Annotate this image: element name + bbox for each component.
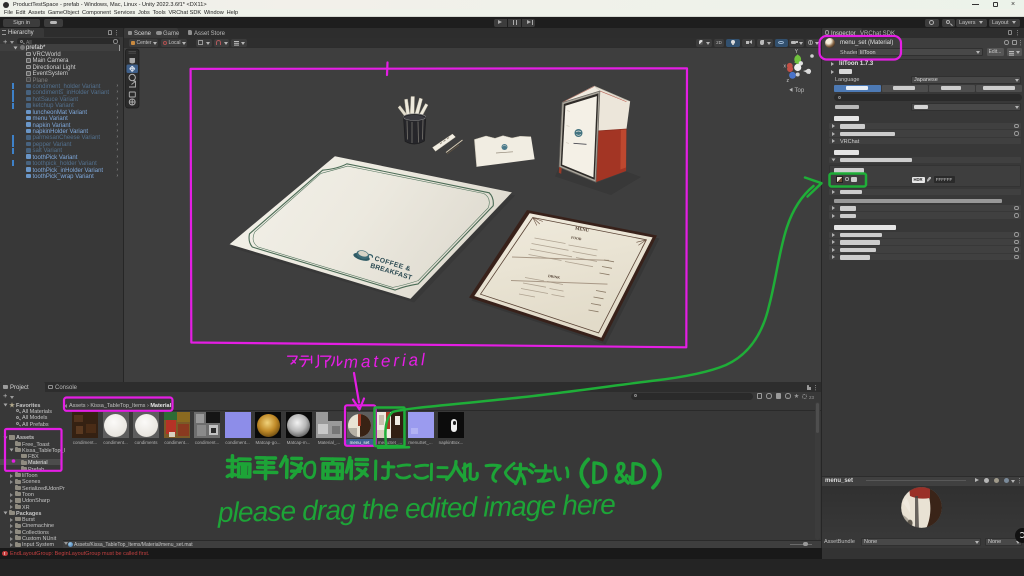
svg-text:Y: Y [795,49,799,55]
svg-text:x: x [784,63,787,69]
svg-text:Top: Top [795,88,805,94]
svg-text:z: z [787,78,790,84]
